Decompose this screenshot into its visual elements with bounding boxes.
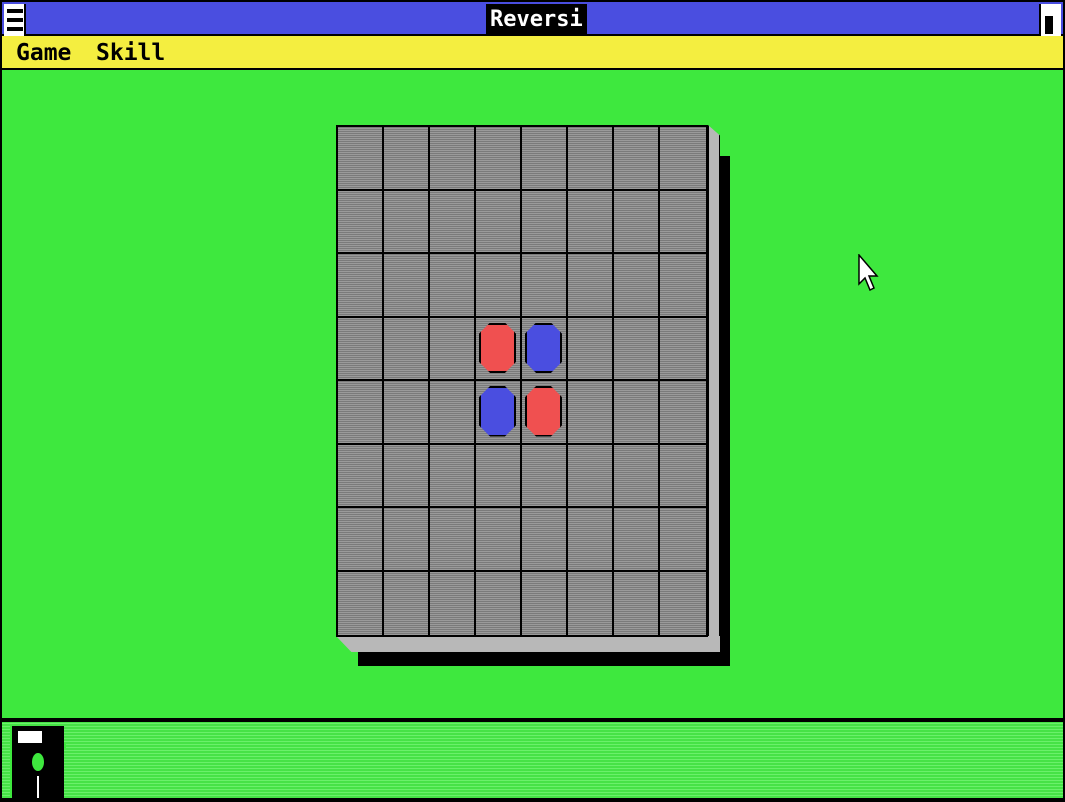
board-cell[interactable] bbox=[614, 572, 660, 636]
board-cell[interactable] bbox=[522, 318, 568, 382]
menu-skill[interactable]: Skill bbox=[96, 38, 165, 68]
board-cell[interactable] bbox=[660, 318, 706, 382]
board-cell[interactable] bbox=[522, 381, 568, 445]
blue-piece bbox=[479, 386, 516, 437]
board-cell[interactable] bbox=[476, 381, 522, 445]
board-cell[interactable] bbox=[338, 381, 384, 445]
icon-area bbox=[0, 720, 1065, 800]
board-cell[interactable] bbox=[522, 508, 568, 572]
board-cell[interactable] bbox=[660, 254, 706, 318]
board-cell[interactable] bbox=[568, 508, 614, 572]
board-cell[interactable] bbox=[430, 191, 476, 255]
board-cell[interactable] bbox=[338, 254, 384, 318]
board-cell[interactable] bbox=[384, 381, 430, 445]
disk-icon[interactable] bbox=[10, 726, 64, 798]
board-cell[interactable] bbox=[660, 508, 706, 572]
board-cell[interactable] bbox=[568, 318, 614, 382]
board-cell[interactable] bbox=[568, 572, 614, 636]
board-cell[interactable] bbox=[476, 445, 522, 509]
board-cell[interactable] bbox=[522, 127, 568, 191]
board-cell[interactable] bbox=[568, 191, 614, 255]
board-cell[interactable] bbox=[384, 572, 430, 636]
board-cell[interactable] bbox=[614, 381, 660, 445]
board-cell[interactable] bbox=[476, 508, 522, 572]
board-cell[interactable] bbox=[476, 572, 522, 636]
board-cell[interactable] bbox=[384, 445, 430, 509]
board-cell[interactable] bbox=[522, 445, 568, 509]
size-box-icon[interactable] bbox=[1039, 4, 1061, 36]
board-cell[interactable] bbox=[568, 254, 614, 318]
board-cell[interactable] bbox=[430, 445, 476, 509]
game-board[interactable] bbox=[336, 125, 708, 637]
board-cell[interactable] bbox=[430, 318, 476, 382]
board-cell[interactable] bbox=[614, 318, 660, 382]
board-cell[interactable] bbox=[430, 127, 476, 191]
board-cell[interactable] bbox=[384, 127, 430, 191]
board-cell[interactable] bbox=[384, 191, 430, 255]
board-cell[interactable] bbox=[476, 191, 522, 255]
board-cell[interactable] bbox=[660, 445, 706, 509]
board-cell[interactable] bbox=[338, 318, 384, 382]
board-cell[interactable] bbox=[430, 381, 476, 445]
board-cell[interactable] bbox=[384, 254, 430, 318]
board-cell[interactable] bbox=[384, 508, 430, 572]
board-cell[interactable] bbox=[430, 508, 476, 572]
board-cell[interactable] bbox=[614, 254, 660, 318]
board-cell[interactable] bbox=[614, 508, 660, 572]
board-cell[interactable] bbox=[430, 254, 476, 318]
board-cell[interactable] bbox=[660, 381, 706, 445]
board-cell[interactable] bbox=[384, 318, 430, 382]
board-cell[interactable] bbox=[476, 318, 522, 382]
red-piece bbox=[479, 323, 516, 374]
board-cell[interactable] bbox=[614, 191, 660, 255]
title-bar[interactable]: Reversi bbox=[0, 0, 1065, 36]
board-cell[interactable] bbox=[338, 508, 384, 572]
red-piece bbox=[525, 386, 562, 437]
board-cell[interactable] bbox=[660, 127, 706, 191]
board-cell[interactable] bbox=[338, 572, 384, 636]
board-cell[interactable] bbox=[568, 127, 614, 191]
window-title: Reversi bbox=[486, 4, 587, 36]
board-cell[interactable] bbox=[614, 127, 660, 191]
blue-piece bbox=[525, 323, 562, 374]
board-cell[interactable] bbox=[522, 572, 568, 636]
board-cell[interactable] bbox=[338, 445, 384, 509]
board-cell[interactable] bbox=[338, 191, 384, 255]
board-cell[interactable] bbox=[476, 254, 522, 318]
board-cell[interactable] bbox=[660, 191, 706, 255]
board-cell[interactable] bbox=[476, 127, 522, 191]
board-cell[interactable] bbox=[338, 127, 384, 191]
board-cell[interactable] bbox=[660, 572, 706, 636]
menu-bar: Game Skill bbox=[0, 36, 1065, 70]
mouse-pointer-icon bbox=[858, 254, 880, 302]
board-cell[interactable] bbox=[614, 445, 660, 509]
board-cell[interactable] bbox=[568, 381, 614, 445]
board-edge-right bbox=[708, 125, 720, 652]
board-cell[interactable] bbox=[522, 191, 568, 255]
board-cell[interactable] bbox=[568, 445, 614, 509]
board-cell[interactable] bbox=[430, 572, 476, 636]
board-edge-bottom bbox=[336, 636, 720, 652]
menu-game[interactable]: Game bbox=[16, 38, 71, 68]
board-cell[interactable] bbox=[522, 254, 568, 318]
system-menu-icon[interactable] bbox=[4, 4, 26, 36]
